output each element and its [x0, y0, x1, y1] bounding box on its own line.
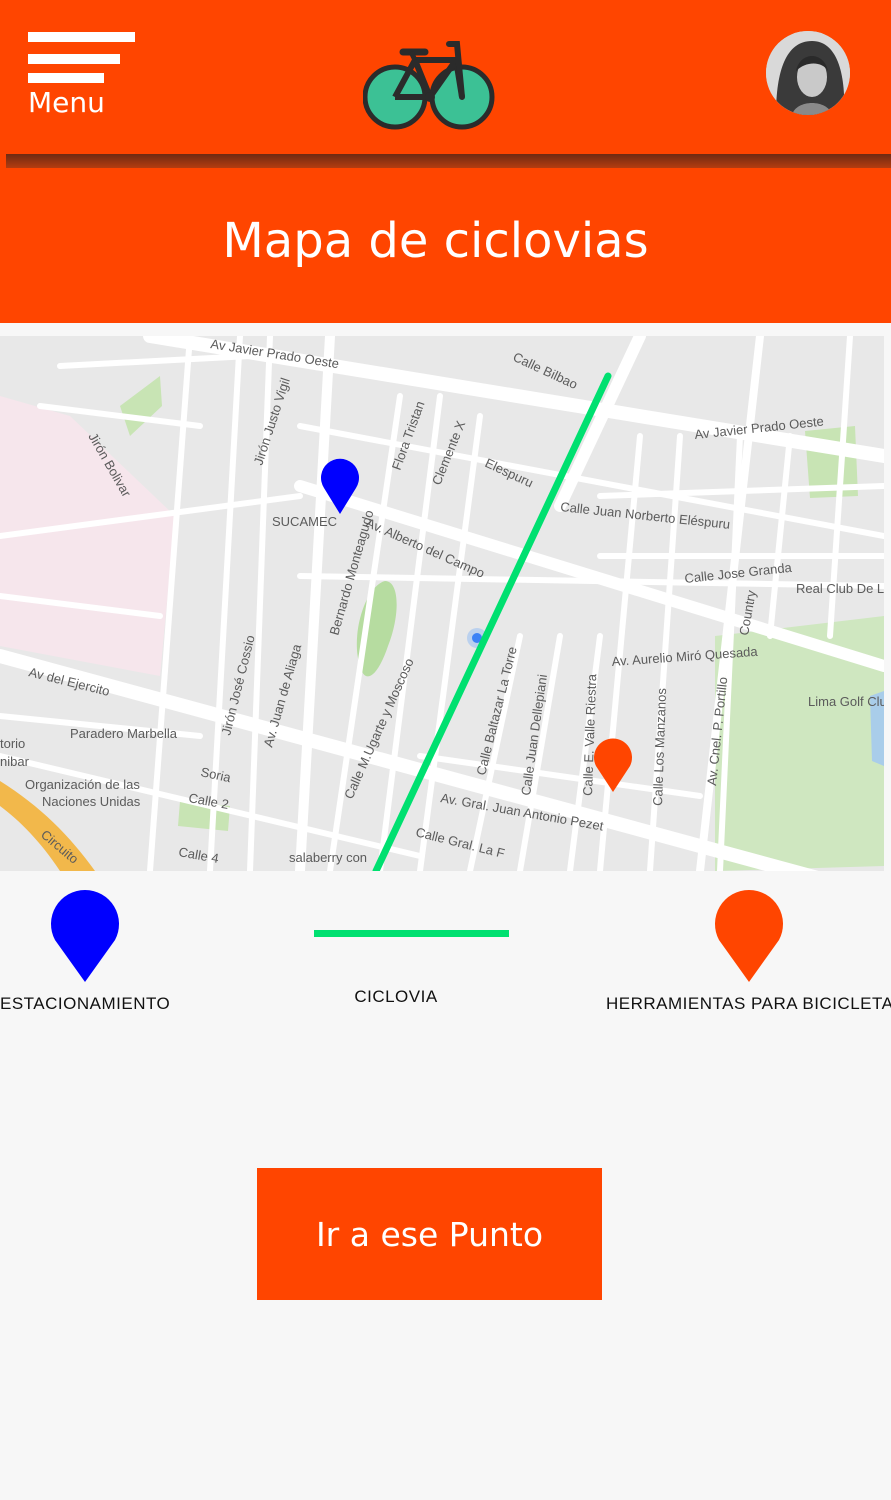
legend-parking: ESTACIONAMIENTO [0, 888, 170, 1014]
map-label: salaberry con [289, 850, 367, 865]
menu-label: Menu [28, 86, 105, 119]
go-to-point-button[interactable]: Ir a ese Punto [257, 1168, 602, 1300]
app-header: Menu [0, 0, 891, 158]
page-title: Mapa de ciclovias [222, 213, 649, 269]
map-label: Naciones Unidas [42, 794, 141, 809]
legend-tools: HERRAMIENTAS PARA BICICLETAS [606, 888, 891, 1014]
map-label: torio [0, 736, 25, 751]
map-label: Real Club De Li [796, 581, 884, 596]
legend-bikeway: CICLOVIA [306, 930, 516, 1007]
avatar-photo [766, 31, 850, 115]
menu-button[interactable]: Menu [28, 32, 138, 122]
hamburger-icon-bar [28, 73, 104, 83]
hamburger-icon-bar [28, 54, 120, 64]
legend-parking-label: ESTACIONAMIENTO [0, 994, 171, 1013]
legend-tools-label: HERRAMIENTAS PARA BICICLETAS [606, 994, 891, 1013]
legend-bikeway-label: CICLOVIA [354, 987, 438, 1006]
parking-pin-icon [51, 890, 119, 982]
bicycle-icon [363, 41, 495, 130]
map-view[interactable]: Av Javier Prado Oeste Calle Bilbao Av Ja… [0, 336, 884, 871]
tools-pin-icon [714, 890, 783, 982]
map-label: Organización de las [25, 777, 140, 792]
user-avatar[interactable] [766, 31, 850, 115]
header-shadow [6, 154, 891, 168]
map-label: nibar [0, 754, 30, 769]
map-canvas[interactable]: Av Javier Prado Oeste Calle Bilbao Av Ja… [0, 336, 884, 871]
hamburger-icon-bar [28, 32, 135, 42]
map-label: Paradero Marbella [70, 726, 178, 741]
bikeway-line-icon [313, 930, 509, 937]
map-label: Lima Golf Clu [808, 694, 884, 709]
map-label: SUCAMEC [272, 514, 337, 529]
